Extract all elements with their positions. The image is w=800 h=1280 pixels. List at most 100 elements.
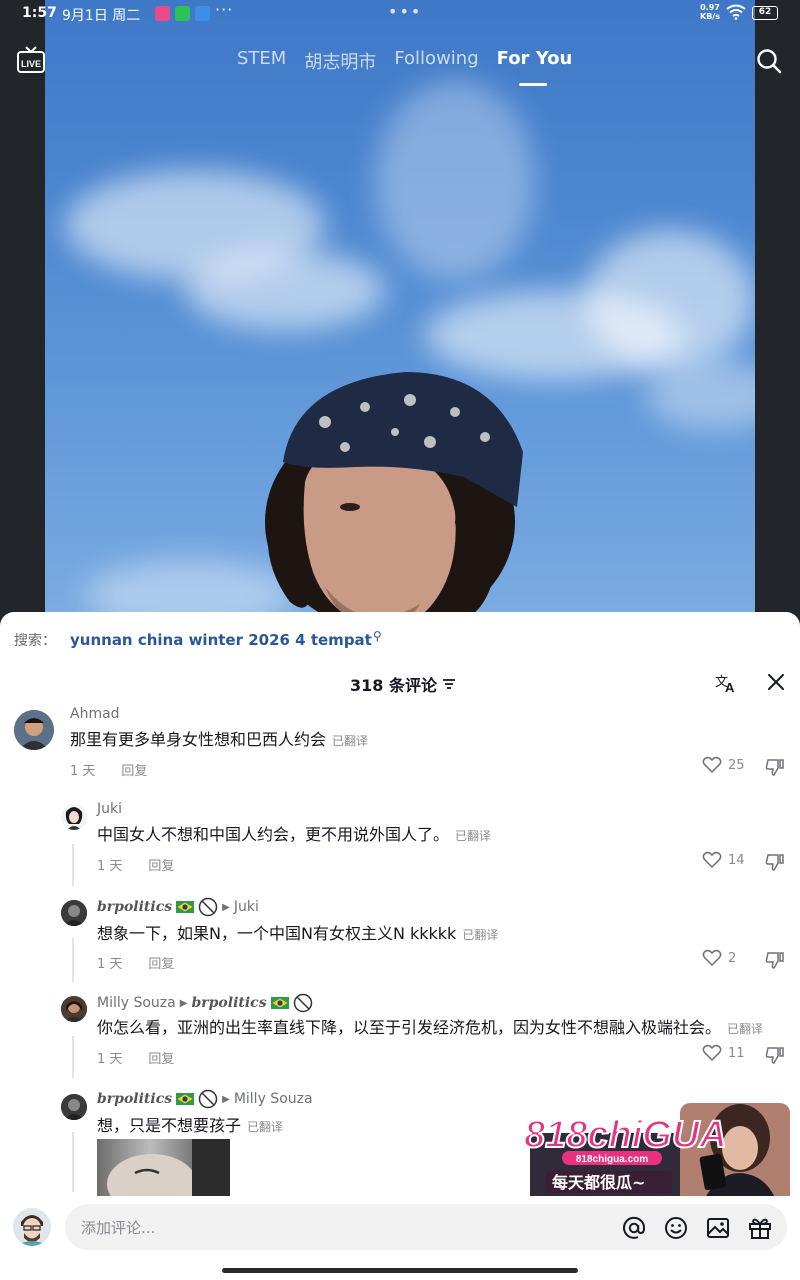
dislike-icon[interactable] xyxy=(765,950,785,970)
comment-username[interactable]: Ahmad xyxy=(70,706,120,722)
comment-time: 1 天 xyxy=(97,1052,123,1067)
reply-to-arrow-icon: ▶ xyxy=(179,997,188,1009)
like-button[interactable]: 2 xyxy=(702,949,736,967)
dislike-icon[interactable] xyxy=(765,757,785,777)
tab-for-you[interactable]: For You xyxy=(497,48,572,86)
translated-tag[interactable]: 已翻译 xyxy=(455,829,491,843)
search-small-icon: ⚲ xyxy=(372,629,382,643)
feed-tabs: STEM 胡志明市 Following For You xyxy=(237,48,572,86)
comment-time: 1 天 xyxy=(97,957,123,972)
comment-time: 1 天 xyxy=(70,764,96,779)
avatar[interactable] xyxy=(61,1094,87,1120)
status-date: 9月1日 周二 xyxy=(62,8,141,24)
comments-header: 318 条评论 文 A xyxy=(0,670,800,696)
comment-meta: 1 天 回复 xyxy=(70,760,147,779)
comment-input[interactable]: 添加评论... xyxy=(65,1204,787,1250)
comment-reply-item: Juki 中国女人不想和中国人约会，更不用说外国人了。 已翻译 1 天 回复 14 xyxy=(0,800,800,884)
translated-tag[interactable]: 已翻译 xyxy=(247,1120,283,1134)
avatar[interactable] xyxy=(61,900,87,926)
heart-icon xyxy=(702,949,722,967)
like-button[interactable]: 11 xyxy=(702,1044,745,1062)
prohibited-icon xyxy=(198,1089,218,1109)
app-notification-icon xyxy=(155,6,170,21)
reply-to-arrow-icon: ▶ xyxy=(222,1093,230,1105)
translated-tag[interactable]: 已翻译 xyxy=(332,734,368,748)
video-person xyxy=(265,372,523,632)
related-search-label: 搜索： xyxy=(14,633,56,649)
heart-icon xyxy=(702,1044,722,1062)
like-button[interactable]: 14 xyxy=(702,851,745,869)
comment-username[interactable]: brpolitics ▶ Milly Souza xyxy=(97,1089,313,1109)
tab-following[interactable]: Following xyxy=(394,48,478,74)
dislike-icon[interactable] xyxy=(765,852,785,872)
wifi-icon xyxy=(726,4,746,20)
ad-brand-text: 818chiGUA xyxy=(524,1114,727,1156)
reply-to-username[interactable]: brpolitics xyxy=(191,995,266,1011)
like-button[interactable]: 25 xyxy=(702,756,745,774)
comment-username[interactable]: Juki xyxy=(97,801,122,817)
current-user-avatar[interactable] xyxy=(13,1208,51,1246)
reply-to-username[interactable]: Juki xyxy=(234,899,259,915)
prohibited-icon xyxy=(198,897,218,917)
brazil-flag-icon xyxy=(176,1093,195,1105)
gallery-icon xyxy=(195,6,210,21)
live-icon[interactable]: LIVE xyxy=(16,46,46,74)
comment-image[interactable] xyxy=(97,1139,230,1199)
avatar[interactable] xyxy=(61,996,87,1022)
top-navigation: LIVE STEM 胡志明市 Following For You xyxy=(0,40,800,86)
heart-icon xyxy=(702,756,722,774)
translated-tag[interactable]: 已翻译 xyxy=(462,928,498,942)
comment-text: 想象一下，如果N，一个中国N有女权主义N kkkkk 已翻译 xyxy=(97,924,499,943)
like-count: 25 xyxy=(728,757,745,773)
video-player[interactable]: 1:57 9月1日 周二 ··· ••• 0.97 KB/s 62 LIVE S… xyxy=(0,0,800,640)
like-count: 11 xyxy=(728,1045,745,1061)
reply-button[interactable]: 回复 xyxy=(148,953,174,972)
ad-url: 818chigua.com xyxy=(576,1154,648,1165)
status-bar: 1:57 9月1日 周二 ··· ••• 0.97 KB/s 62 xyxy=(0,0,800,28)
comment-text: 中国女人不想和中国人约会，更不用说外国人了。 已翻译 xyxy=(97,825,492,844)
ad-slogan: 每天都很瓜~ xyxy=(552,1173,645,1192)
multitask-handle-icon[interactable]: ••• xyxy=(388,2,422,21)
avatar[interactable] xyxy=(61,804,87,830)
battery-indicator: 62 xyxy=(752,6,778,20)
home-indicator[interactable] xyxy=(222,1268,578,1273)
dislike-icon[interactable] xyxy=(765,1045,785,1065)
comment-input-placeholder: 添加评论... xyxy=(81,1219,156,1237)
reply-to-username[interactable]: Milly Souza xyxy=(234,1091,313,1107)
avatar[interactable] xyxy=(14,710,54,750)
reply-button[interactable]: 回复 xyxy=(121,760,147,779)
search-icon[interactable] xyxy=(756,48,782,74)
translate-icon[interactable]: 文 A xyxy=(714,670,738,694)
brazil-flag-icon xyxy=(176,901,195,913)
reply-button[interactable]: 回复 xyxy=(148,1048,174,1067)
emoji-icon[interactable] xyxy=(663,1215,689,1241)
comment-text: 想，只是不想要孩子 已翻译 xyxy=(97,1116,284,1135)
tab-ho-chi-minh-city[interactable]: 胡志明市 xyxy=(304,48,376,74)
comment-reply-item: Milly Souza ▶ brpolitics 你怎么看，亚洲的出生率直线下降… xyxy=(0,992,800,1076)
status-time: 1:57 xyxy=(22,5,57,21)
image-icon[interactable] xyxy=(705,1215,731,1241)
comments-panel: 搜索： yunnan china winter 2026 4 tempat ⚲ … xyxy=(0,612,800,1280)
comment-username[interactable]: Milly Souza ▶ brpolitics xyxy=(97,993,313,1013)
related-search-query[interactable]: yunnan china winter 2026 4 tempat xyxy=(70,631,372,649)
related-search[interactable]: 搜索： yunnan china winter 2026 4 tempat ⚲ xyxy=(14,629,382,650)
reply-button[interactable]: 回复 xyxy=(148,855,174,874)
comment-meta: 1 天 回复 xyxy=(97,855,174,874)
tab-stem[interactable]: STEM xyxy=(237,48,286,74)
gift-icon[interactable] xyxy=(747,1215,773,1241)
comment-reply-item: brpolitics ▶ Juki 想象一下，如果N，一个中国N有女权主义N k… xyxy=(0,896,800,980)
translated-tag[interactable]: 已翻译 xyxy=(727,1022,763,1036)
network-speed: 0.97 KB/s xyxy=(700,3,720,21)
comment-text: 你怎么看，亚洲的出生率直线下降，以至于引发经济危机，因为女性不想融入极端社会。已… xyxy=(97,1018,764,1037)
comment-count-sort[interactable]: 318 条评论 xyxy=(350,672,456,696)
comment-meta: 1 天 回复 xyxy=(97,1048,174,1067)
comment-text: 那里有更多单身女性想和巴西人约会 已翻译 xyxy=(70,730,369,749)
notification-icons xyxy=(155,6,210,21)
sort-filter-icon[interactable] xyxy=(442,678,456,690)
close-icon[interactable] xyxy=(764,670,788,694)
more-notifications-icon: ··· xyxy=(215,0,234,19)
comment-username[interactable]: brpolitics ▶ Juki xyxy=(97,897,259,917)
reply-to-arrow-icon: ▶ xyxy=(222,901,230,913)
mention-icon[interactable] xyxy=(621,1215,647,1241)
comment-count: 318 条评论 xyxy=(350,676,437,695)
